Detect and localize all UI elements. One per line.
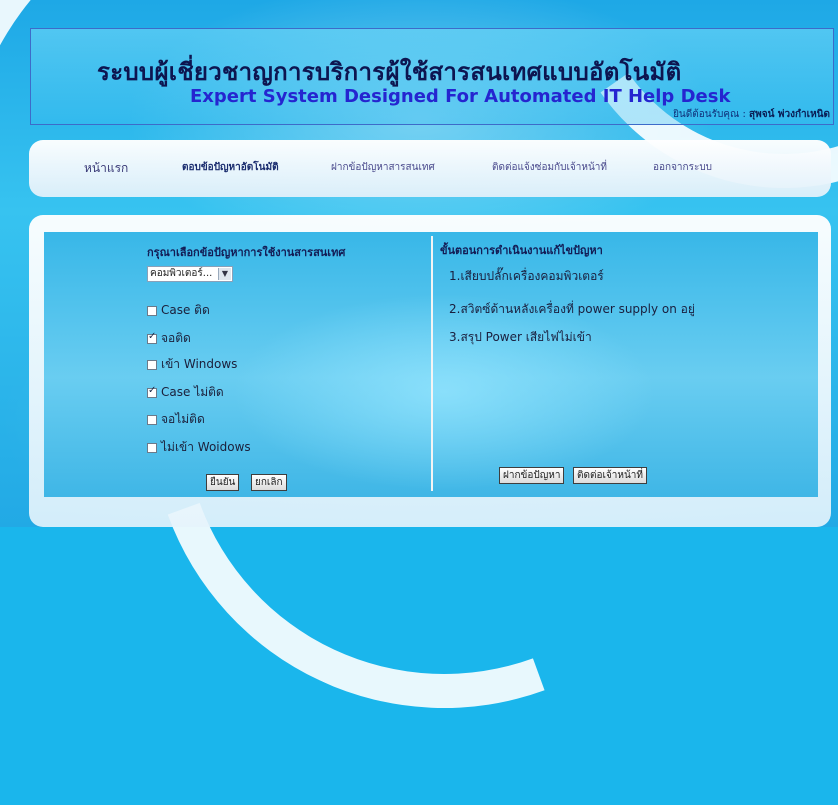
checkbox-case-on[interactable]: Case ติด <box>147 301 210 320</box>
nav-item-contact-repair[interactable]: ติดต่อแจ้งซ่อมกับเจ้าหน้าที่ <box>492 160 607 175</box>
welcome-prefix: ยินดีต้อนรับคุณ : <box>673 109 746 120</box>
checkbox-label: ไม่เข้า Woidows <box>161 440 251 454</box>
chevron-down-icon[interactable]: ▼ <box>218 268 231 280</box>
checkbox-case-off[interactable]: Case ไม่ติด <box>147 383 224 402</box>
cancel-button[interactable]: ยกเลิก <box>251 474 287 491</box>
checkbox-label: Case ไม่ติด <box>161 385 224 399</box>
select-value: คอมพิวเตอร์... <box>150 268 213 279</box>
contact-staff-button[interactable]: ติดต่อเจ้าหน้าที่ <box>573 467 648 484</box>
checkbox-screen-off[interactable]: จอไม่ติด <box>147 410 205 429</box>
checkbox-label: Case ติด <box>161 303 210 317</box>
problem-select-title: กรุณาเลือกข้อปัญหาการใช้งานสารสนเทศ <box>147 246 346 259</box>
welcome-text: ยินดีต้อนรับคุณ : สุพจน์ พ่วงกำเหนิด <box>673 107 830 122</box>
checkbox-screen-on[interactable]: จอติด <box>147 329 191 348</box>
nav-item-home[interactable]: หน้าแรก <box>84 159 128 178</box>
solution-steps-title: ขั้นตอนการดำเนินงานแก้ไขปัญหา <box>440 244 603 257</box>
nav-bar: หน้าแรก ตอบข้อปัญหาอัตโนมัติ ฝากข้อปัญหา… <box>29 140 831 197</box>
checkbox-box[interactable] <box>147 414 157 425</box>
checkbox-box[interactable] <box>147 305 157 316</box>
checkbox-label: จอไม่ติด <box>161 412 205 426</box>
checkbox-label: จอติด <box>161 331 191 345</box>
nav-item-logout[interactable]: ออกจากระบบ <box>653 160 712 175</box>
user-name: สุพจน์ พ่วงกำเหนิด <box>749 109 830 120</box>
solution-step: 2.สวิตซ์ด้านหลังเครื่องที่ power supply … <box>449 302 695 316</box>
nav-item-submit-problem[interactable]: ฝากข้อปัญหาสารสนเทศ <box>331 160 435 175</box>
solution-step: 1.เสียบปลั๊กเครื่องคอมพิวเตอร์ <box>449 269 604 283</box>
checkbox-box[interactable] <box>147 331 157 344</box>
nav-item-auto-answer[interactable]: ตอบข้อปัญหาอัตโนมัติ <box>182 160 279 175</box>
page-subtitle: Expert System Designed For Automated IT … <box>190 86 731 107</box>
checkbox-box[interactable] <box>147 359 157 370</box>
checkbox-enter-windows[interactable]: เข้า Windows <box>147 355 237 374</box>
checkbox-no-windows[interactable]: ไม่เข้า Woidows <box>147 438 251 457</box>
submit-problem-button[interactable]: ฝากข้อปัญหา <box>499 467 565 484</box>
panel-divider <box>431 236 433 491</box>
checkbox-box[interactable] <box>147 385 157 398</box>
checkbox-box[interactable] <box>147 442 157 453</box>
checkbox-label: เข้า Windows <box>161 357 238 371</box>
problem-category-select[interactable]: คอมพิวเตอร์... ▼ <box>147 266 233 282</box>
confirm-button[interactable]: ยืนยัน <box>206 474 240 491</box>
solution-step: 3.สรุป Power เสียไฟไม่เข้า <box>449 330 592 344</box>
